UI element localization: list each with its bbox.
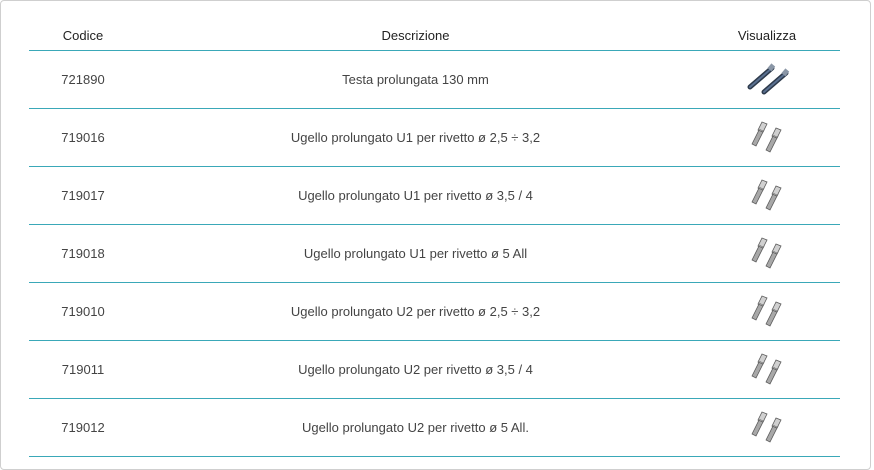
cell-description: Ugello prolungato U2 per rivetto ø 3,5 /… <box>137 340 694 399</box>
table-row: 719018 Ugello prolungato U1 per rivetto … <box>29 224 840 283</box>
cell-description: Ugello prolungato U1 per rivetto ø 3,5 /… <box>137 166 694 225</box>
nozzle-pair-icon[interactable] <box>742 118 792 158</box>
cell-description: Testa prolungata 130 mm <box>137 50 694 109</box>
rod-graphic <box>747 62 790 94</box>
table-row: 719017 Ugello prolungato U1 per rivetto … <box>29 166 840 225</box>
nozzle-graphic <box>751 294 782 327</box>
nozzle-graphic <box>751 120 782 153</box>
table-row: 719012 Ugello prolungato U2 per rivetto … <box>29 398 840 457</box>
nozzle-pair-icon[interactable] <box>742 292 792 332</box>
content-panel: Codice Descrizione Visualizza 721890 Tes… <box>0 0 871 470</box>
nozzle-graphic <box>751 410 782 443</box>
nozzle-pair-icon[interactable] <box>742 176 792 216</box>
nozzle-graphic <box>751 178 782 211</box>
nozzle-pair-icon[interactable] <box>742 408 792 448</box>
cell-description: Ugello prolungato U1 per rivetto ø 2,5 ÷… <box>137 108 694 167</box>
table-row: 719016 Ugello prolungato U1 per rivetto … <box>29 108 840 167</box>
cell-code: 721890 <box>29 50 137 109</box>
nozzle-pair-icon[interactable] <box>742 350 792 390</box>
cell-code: 719016 <box>29 108 137 167</box>
cell-code: 719018 <box>29 224 137 283</box>
cell-code: 719010 <box>29 282 137 341</box>
cell-code: 719017 <box>29 166 137 225</box>
cell-description: Ugello prolungato U2 per rivetto ø 5 All… <box>137 398 694 457</box>
table-row: 719010 Ugello prolungato U2 per rivetto … <box>29 282 840 341</box>
nozzle-graphic <box>751 236 782 269</box>
header-code: Codice <box>29 21 137 51</box>
cell-description: Ugello prolungato U2 per rivetto ø 2,5 ÷… <box>137 282 694 341</box>
cell-code: 719011 <box>29 340 137 399</box>
table-header-row: Codice Descrizione Visualizza <box>29 21 840 51</box>
cell-code: 719012 <box>29 398 137 457</box>
header-description: Descrizione <box>137 21 694 51</box>
nozzle-pair-icon[interactable] <box>742 234 792 274</box>
product-table: Codice Descrizione Visualizza 721890 Tes… <box>29 21 840 457</box>
cell-description: Ugello prolungato U1 per rivetto ø 5 All <box>137 224 694 283</box>
header-view: Visualizza <box>694 21 840 51</box>
table-row: 721890 Testa prolungata 130 mm <box>29 50 840 109</box>
extension-rod-icon[interactable] <box>742 60 792 100</box>
nozzle-graphic <box>751 352 782 385</box>
table-row: 719011 Ugello prolungato U2 per rivetto … <box>29 340 840 399</box>
